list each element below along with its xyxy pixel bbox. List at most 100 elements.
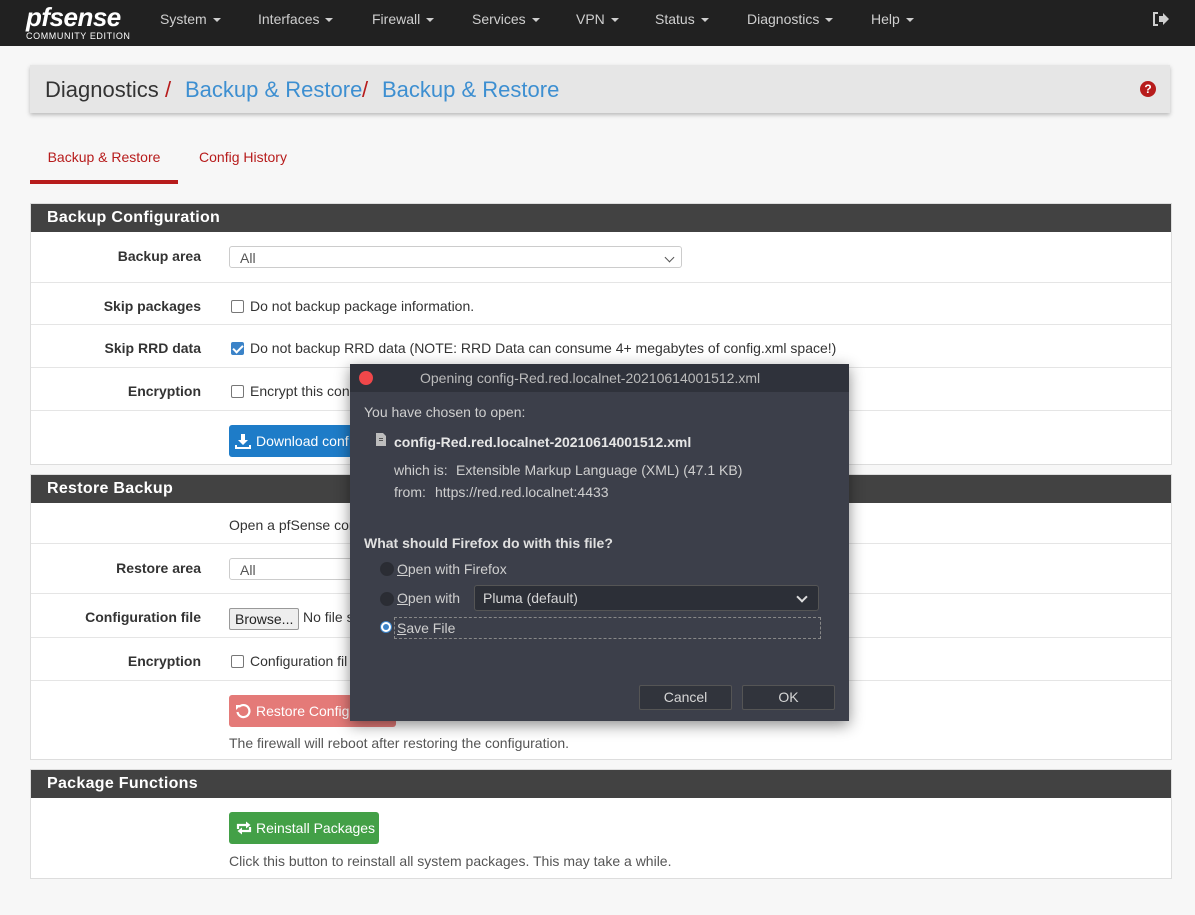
mnemonic: O [397,590,408,606]
file-download-dialog: Opening config-Red.red.localnet-20210614… [350,364,849,721]
reboot-hint: The firewall will reboot after restoring… [229,735,570,751]
breadcrumb-backup-restore-current[interactable]: Backup & Restore [382,77,559,103]
from-label: from: [394,484,426,500]
nav-label: System [160,11,207,27]
save-file-radio[interactable] [380,621,392,633]
open-with-firefox-label[interactable]: Open with Firefox [397,561,507,577]
browse-button[interactable]: Browse... [229,608,300,630]
chevron-down-icon [664,252,675,263]
restore-intro-text: Open a pfSense cor [229,517,354,533]
mnemonic: S [397,620,407,636]
reinstall-hint: Click this button to reinstall all syste… [229,853,672,869]
file-type: Extensible Markup Language (XML) (47.1 K… [456,462,743,478]
restore-area-select[interactable]: All [229,558,369,580]
save-file-label[interactable]: Save File [397,620,455,636]
skip-packages-row: Skip packages Do not backup package info… [31,282,1171,325]
backup-area-row: Backup area All [31,232,1171,282]
skip-rrd-row: Skip RRD data Do not backup RRD data (NO… [31,324,1171,368]
dialog-title: Opening config-Red.red.localnet-20210614… [420,370,761,386]
restore-area-label: Restore area [116,560,201,576]
nav-label: Status [655,11,695,27]
option-text: pen with Firefox [407,561,507,577]
nav-menu-system[interactable]: System [160,0,221,46]
nav-menu-help[interactable]: Help [871,0,914,46]
skip-rrd-label: Skip RRD data [104,340,201,356]
panel-title: Package Functions [31,770,1171,798]
skip-rrd-text: Do not backup RRD data (NOTE: RRD Data c… [250,340,837,356]
application-select[interactable]: Pluma (default) [474,585,819,611]
cancel-button[interactable]: Cancel [639,685,732,710]
ok-button[interactable]: OK [742,685,835,710]
help-icon[interactable]: ? [1140,81,1156,97]
skip-packages-label: Skip packages [103,298,201,314]
caret-down-icon [825,18,834,23]
action-question: What should Firefox do with this file? [364,535,613,551]
breadcrumb-backup-restore[interactable]: Backup & Restore [185,77,362,103]
backup-area-label: Backup area [117,248,201,264]
nav-label: VPN [576,11,605,27]
restore-encryption-checkbox[interactable] [231,655,244,668]
mnemonic: O [397,561,408,577]
no-file-text: No file s [303,609,354,625]
nav-menu-firewall[interactable]: Firewall [372,0,435,46]
undo-icon [236,704,251,719]
restore-encryption-label: Encryption [127,653,201,669]
chevron-down-icon [796,591,808,603]
option-text: ave File [406,620,456,636]
caret-down-icon [700,18,709,23]
focus-outline [394,617,821,639]
logout-icon[interactable] [1152,11,1170,27]
refresh-icon [236,821,252,835]
open-with-label[interactable]: Open with [397,590,460,606]
restore-encryption-text: Configuration fil [250,653,348,669]
close-icon[interactable] [359,371,373,385]
open-with-firefox-radio[interactable] [380,562,394,576]
breadcrumb-diagnostics: Diagnostics [45,77,159,102]
caret-down-icon [610,18,619,23]
tab-backup-restore[interactable]: Backup & Restore [30,140,178,184]
download-config-button[interactable]: Download conf [229,425,359,457]
nav-label: Interfaces [258,11,320,27]
breadcrumb: Diagnostics / Backup & Restore / Backup … [30,65,1170,113]
reinstall-packages-button[interactable]: Reinstall Packages [229,812,379,844]
nav-menu-services[interactable]: Services [472,0,540,46]
skip-packages-checkbox[interactable] [231,300,244,313]
caret-down-icon [426,18,435,23]
nav-menu-interfaces[interactable]: Interfaces [258,0,334,46]
nav-menu-vpn[interactable]: VPN [576,0,619,46]
pfsense-logo[interactable]: pfsense COMMUNITY EDITION [26,3,132,43]
breadcrumb-separator: / [165,77,172,102]
download-config-label: Download conf [256,433,349,449]
nav-menu-diagnostics[interactable]: Diagnostics [747,0,834,46]
nav-label: Firewall [372,11,421,27]
file-icon [376,433,386,446]
logo-subtitle: COMMUNITY EDITION [26,31,131,41]
nav-menu-status[interactable]: Status [655,0,709,46]
skip-rrd-checkbox[interactable] [231,342,244,355]
panel-title: Backup Configuration [31,204,1171,232]
caret-down-icon [905,18,914,23]
backup-encryption-text: Encrypt this con [250,383,350,399]
option-text: pen with [407,590,461,606]
backup-encryption-checkbox[interactable] [231,385,244,398]
restore-config-label: Restore Configu [256,703,358,719]
breadcrumb-separator: / [362,77,369,102]
open-with-radio[interactable] [380,592,394,606]
select-value: All [240,562,256,578]
top-navbar: pfsense COMMUNITY EDITION System Interfa… [0,0,1195,46]
reinstall-packages-label: Reinstall Packages [256,820,376,836]
caret-down-icon [531,18,540,23]
logo-text: pfsense [26,2,121,32]
nav-label: Services [472,11,526,27]
dialog-titlebar[interactable]: Opening config-Red.red.localnet-20210614… [350,364,849,392]
nav-label: Diagnostics [747,11,820,27]
package-functions-panel: Package Functions Reinstall Packages Cli… [30,769,1172,879]
config-file-label: Configuration file [85,609,201,625]
which-is-label: which is: [394,462,448,478]
tab-config-history[interactable]: Config History [190,140,296,180]
backup-area-select[interactable]: All [229,246,682,268]
select-value: All [240,250,256,266]
select-value: Pluma (default) [483,590,578,606]
caret-down-icon [212,18,221,23]
nav-label: Help [871,11,900,27]
